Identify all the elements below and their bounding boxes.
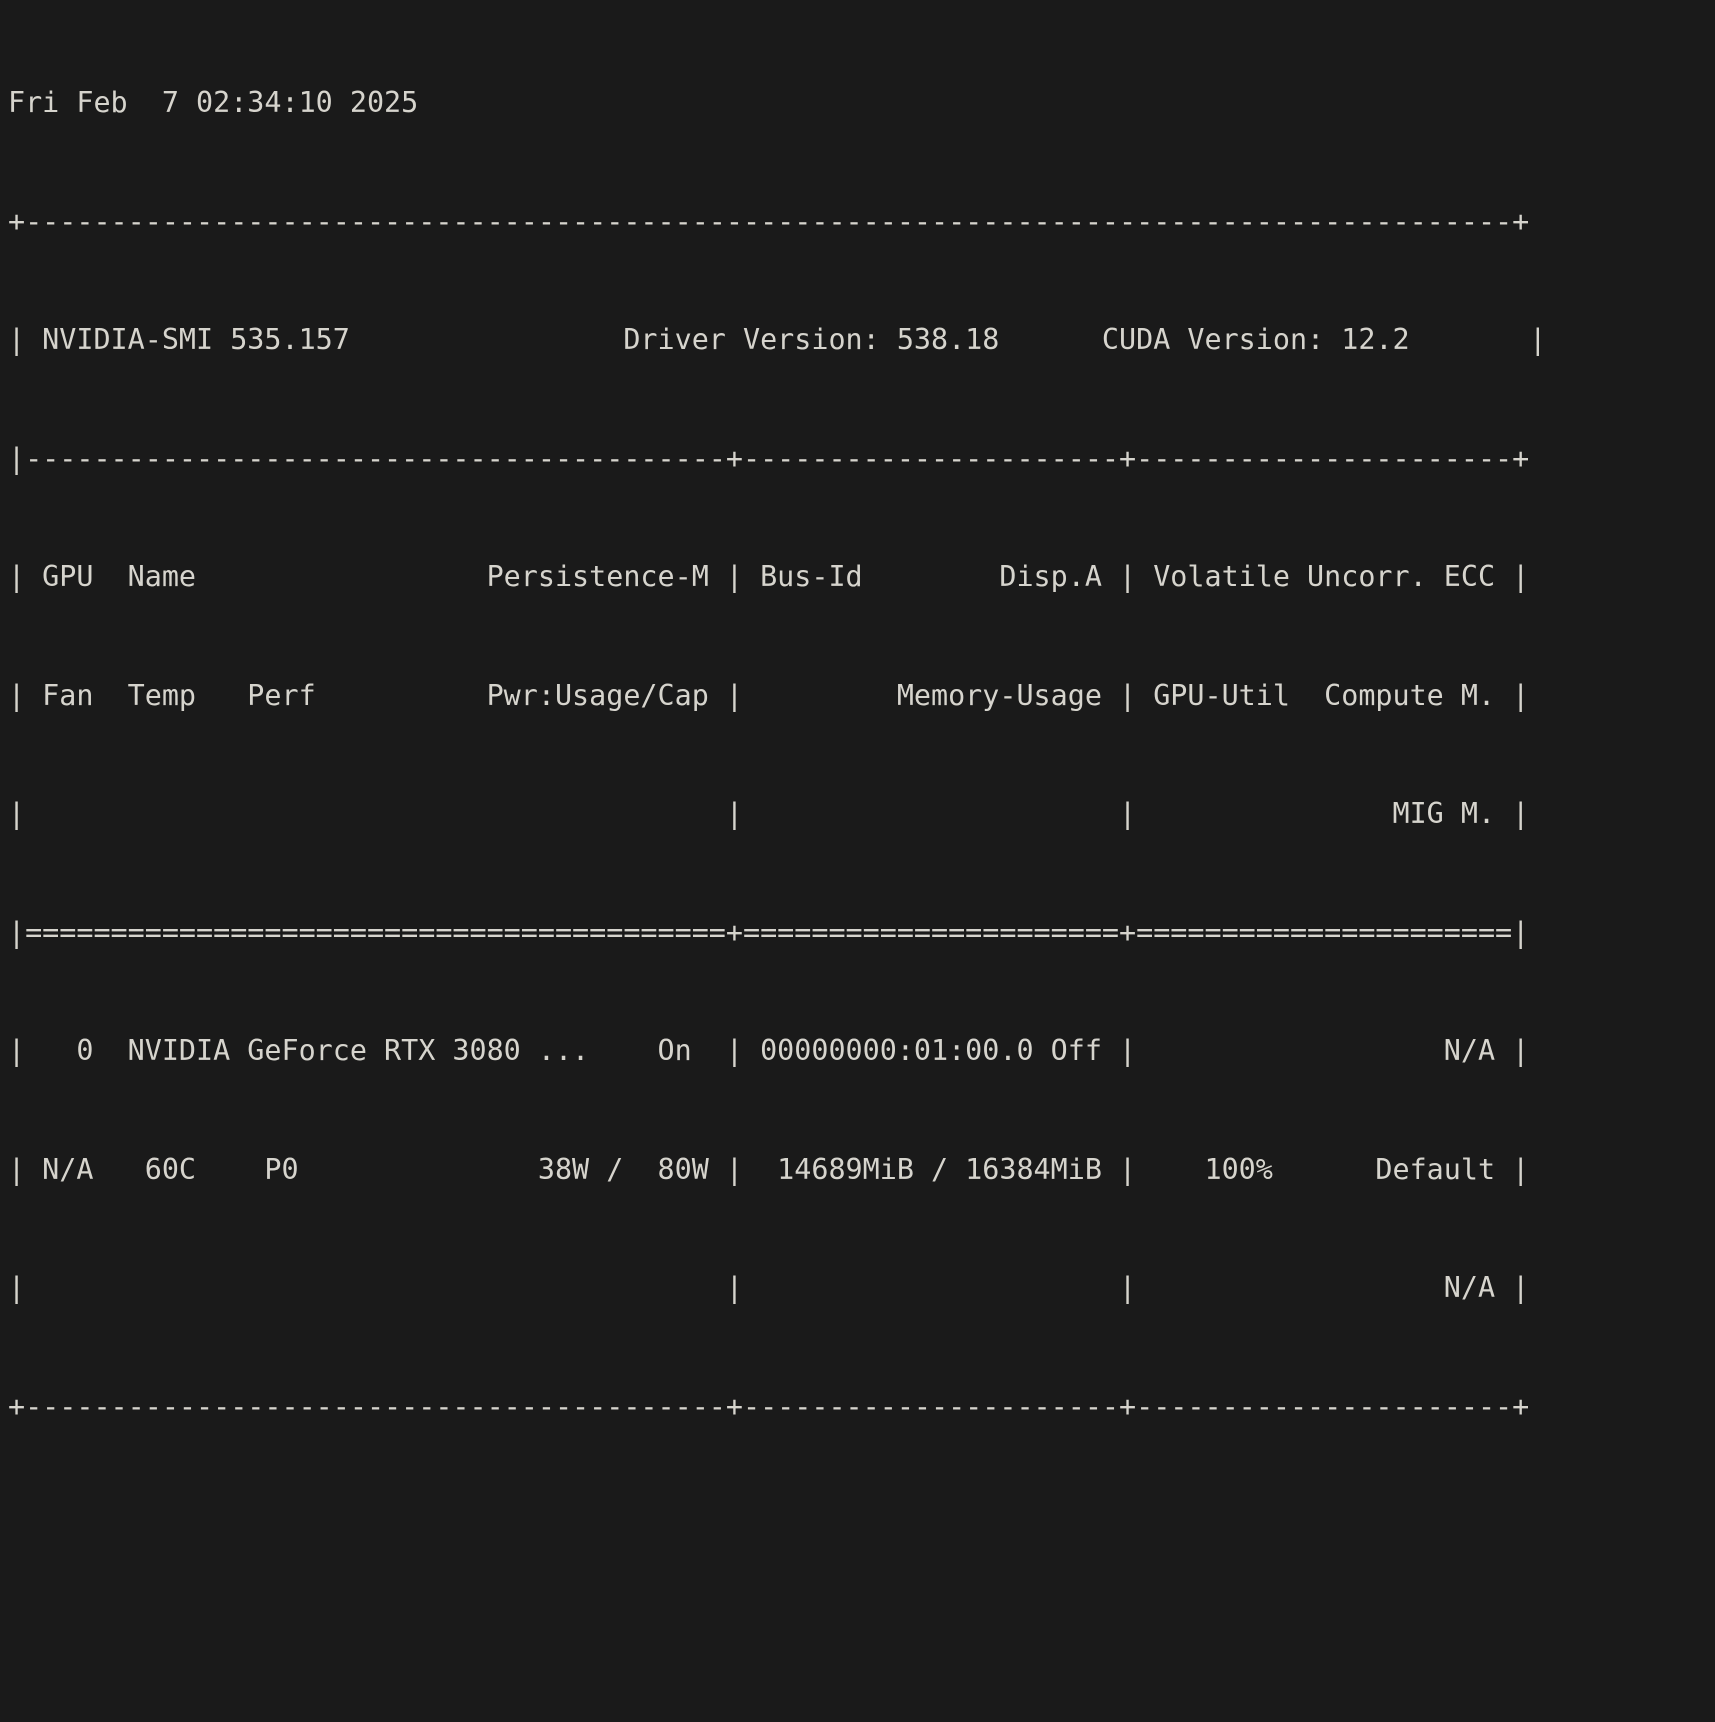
gpu-row-0-line-3: | | | N/A |: [8, 1268, 1715, 1308]
table-header-rule: |=======================================…: [8, 913, 1715, 953]
column-header-row-1: | GPU Name Persistence-M | Bus-Id Disp.A…: [8, 557, 1715, 597]
timestamp-line: Fri Feb 7 02:34:10 2025: [8, 83, 1715, 123]
gpu-row-0-line-2: | N/A 60C P0 38W / 80W | 14689MiB / 1638…: [8, 1150, 1715, 1190]
table-divider-1: |---------------------------------------…: [8, 439, 1715, 479]
smi-version-line: | NVIDIA-SMI 535.157 Driver Version: 538…: [8, 320, 1715, 360]
terminal-window: Fri Feb 7 02:34:10 2025 +---------------…: [0, 0, 1715, 861]
blank-line-1: [8, 1505, 1715, 1545]
blank-line-2: [8, 1624, 1715, 1664]
table-bottom-border: +---------------------------------------…: [8, 1387, 1715, 1427]
gpu-row-0-line-1: | 0 NVIDIA GeForce RTX 3080 ... On | 000…: [8, 1031, 1715, 1071]
column-header-row-3: | | | MIG M. |: [8, 794, 1715, 834]
table-top-border: +---------------------------------------…: [8, 202, 1715, 242]
column-header-row-2: | Fan Temp Perf Pwr:Usage/Cap | Memory-U…: [8, 676, 1715, 716]
